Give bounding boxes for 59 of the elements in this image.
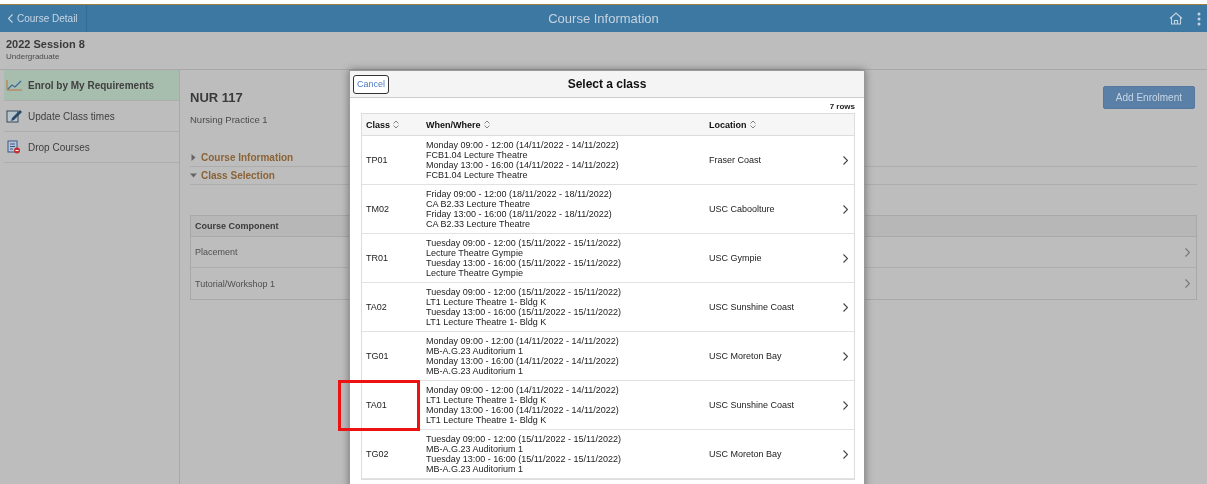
sort-icon[interactable] xyxy=(749,120,756,129)
chevron-right-icon[interactable] xyxy=(843,204,848,214)
class-code: TA02 xyxy=(365,302,388,312)
row-count: 7 rows xyxy=(828,101,856,113)
remove-list-icon xyxy=(6,140,23,154)
chevron-right-icon[interactable] xyxy=(843,302,848,312)
class-code: TR01 xyxy=(365,253,389,263)
class-row[interactable]: TA02 Tuesday 09:00 - 12:00 (15/11/2022 - 15/11/2022) LT1 Lecture Theatre 1- Bldg K Tuesday 13:00 - 16:00 (15/11/2022 - 15/11/2022) LT1 Lecture Theatre 1- Bldg K USC Sunshine Coast xyxy=(362,283,854,332)
caret-right-icon[interactable] xyxy=(190,154,197,161)
column-header[interactable]: Class xyxy=(366,119,391,130)
class-row[interactable]: TR01 Tuesday 09:00 - 12:00 (15/11/2022 - 15/11/2022) Lecture Theatre Gympie Tuesday 13:00 - 16:00 (15/11/2022 - 15/11/2022) Lecture Theatre Gympie USC Gympie xyxy=(362,234,854,283)
schedule-text: Tuesday 09:00 - 12:00 (15/11/2022 - 15/11/2022) MB-A.G.23 Auditorium 1 Tuesday 13:00 - 16:00 (15/11/2022 - 15/11/2022) MB-A.G.23 Auditorium 1 xyxy=(425,434,622,474)
chart-icon xyxy=(6,79,23,91)
class-row[interactable]: TG01 Monday 09:00 - 12:00 (14/11/2022 - 14/11/2022) MB-A.G.23 Auditorium 1 Monday 13:00 - 16:00 (14/11/2022 - 14/11/2022) MB-A.G.23 Auditorium 1 USC Moreton Bay xyxy=(362,332,854,381)
more-icon[interactable] xyxy=(1197,11,1201,26)
home-icon[interactable] xyxy=(1169,12,1183,25)
component-name: Placement xyxy=(195,247,238,257)
class-code: TG01 xyxy=(365,351,390,361)
sort-icon[interactable] xyxy=(393,120,400,129)
location-text: USC Sunshine Coast xyxy=(708,400,796,410)
location-text: USC Moreton Bay xyxy=(708,449,783,459)
career-label: Undergraduate xyxy=(6,52,61,61)
schedule-text: Tuesday 09:00 - 12:00 (15/11/2022 - 15/11/2022) LT1 Lecture Theatre 1- Bldg K Tuesday 13:00 - 16:00 (15/11/2022 - 15/11/2022) LT1 Lecture Theatre 1- Bldg K xyxy=(425,287,622,327)
location-text: USC Gympie xyxy=(708,253,763,263)
chevron-right-icon[interactable] xyxy=(843,351,848,361)
edit-icon xyxy=(6,109,23,123)
column-header[interactable]: When/Where xyxy=(426,119,481,130)
location-text: USC Caboolture xyxy=(708,204,776,214)
chevron-right-icon[interactable] xyxy=(843,253,848,263)
class-row[interactable]: TA01 Monday 09:00 - 12:00 (14/11/2022 - 14/11/2022) LT1 Lecture Theatre 1- Bldg K Monday 13:00 - 16:00 (14/11/2022 - 14/11/2022) LT1 Lecture Theatre 1- Bldg K USC Sunshine Coast xyxy=(362,381,854,430)
class-row[interactable]: TG02 Tuesday 09:00 - 12:00 (15/11/2022 - 15/11/2022) MB-A.G.23 Auditorium 1 Tuesday 13:00 - 16:00 (15/11/2022 - 15/11/2022) MB-A.G.23 Auditorium 1 USC Moreton Bay xyxy=(362,430,854,479)
chevron-left-icon xyxy=(8,14,13,23)
sidebar-item[interactable]: Enrol by My Requirements xyxy=(4,70,179,101)
page-title: Course Information xyxy=(548,11,659,26)
location-text: USC Sunshine Coast xyxy=(708,302,796,312)
schedule-text: Monday 09:00 - 12:00 (14/11/2022 - 14/11/2022) FCB1.04 Lecture Theatre Monday 13:00 - 16:00 (14/11/2022 - 14/11/2022) FCB1.04 Lecture Theatre xyxy=(425,140,620,180)
chevron-right-icon[interactable] xyxy=(843,449,848,459)
class-code: TM02 xyxy=(365,204,390,214)
class-row[interactable]: TP01 Monday 09:00 - 12:00 (14/11/2022 - 14/11/2022) FCB1.04 Lecture Theatre Monday 13:00 - 16:00 (14/11/2022 - 14/11/2022) FCB1.04 Lecture Theatre Fraser Coast xyxy=(362,136,854,185)
class-code: TA01 xyxy=(365,400,388,410)
dialog-title: Select a class xyxy=(567,77,647,91)
location-text: USC Moreton Bay xyxy=(708,351,783,361)
class-code: TG02 xyxy=(365,449,390,459)
caret-down-icon[interactable] xyxy=(190,172,197,179)
course-code: NUR 117 xyxy=(190,90,244,105)
cancel-button[interactable]: Cancel xyxy=(353,74,389,94)
component-name: Tutorial/Workshop 1 xyxy=(195,278,276,289)
schedule-text: Monday 09:00 - 12:00 (14/11/2022 - 14/11/2022) MB-A.G.23 Auditorium 1 Monday 13:00 - 16:00 (14/11/2022 - 14/11/2022) MB-A.G.23 Auditorium 1 xyxy=(425,336,620,376)
course-name: Nursing Practice 1 xyxy=(190,114,268,125)
chevron-right-icon[interactable] xyxy=(843,155,848,165)
sort-icon[interactable] xyxy=(483,120,490,129)
class-row[interactable]: TM02 Friday 09:00 - 12:00 (18/11/2022 - 18/11/2022) CA B2.33 Lecture Theatre Friday 13:00 - 16:00 (18/11/2022 - 18/11/2022) CA B2.33 Lecture Theatre USC Caboolture xyxy=(362,185,854,234)
chevron-right-icon[interactable] xyxy=(843,400,848,410)
class-code: TP01 xyxy=(365,155,389,165)
location-text: Fraser Coast xyxy=(708,155,762,165)
schedule-text: Monday 09:00 - 12:00 (14/11/2022 - 14/11/2022) LT1 Lecture Theatre 1- Bldg K Monday 13:00 - 16:00 (14/11/2022 - 14/11/2022) LT1 Lecture Theatre 1- Bldg K xyxy=(425,385,620,425)
column-header[interactable]: Location xyxy=(709,119,747,130)
term-title: 2022 Session 8 xyxy=(6,38,86,50)
schedule-text: Tuesday 09:00 - 12:00 (15/11/2022 - 15/11/2022) Lecture Theatre Gympie Tuesday 13:00 - 16:00 (15/11/2022 - 15/11/2022) Lecture Theatre Gympie xyxy=(425,238,622,278)
